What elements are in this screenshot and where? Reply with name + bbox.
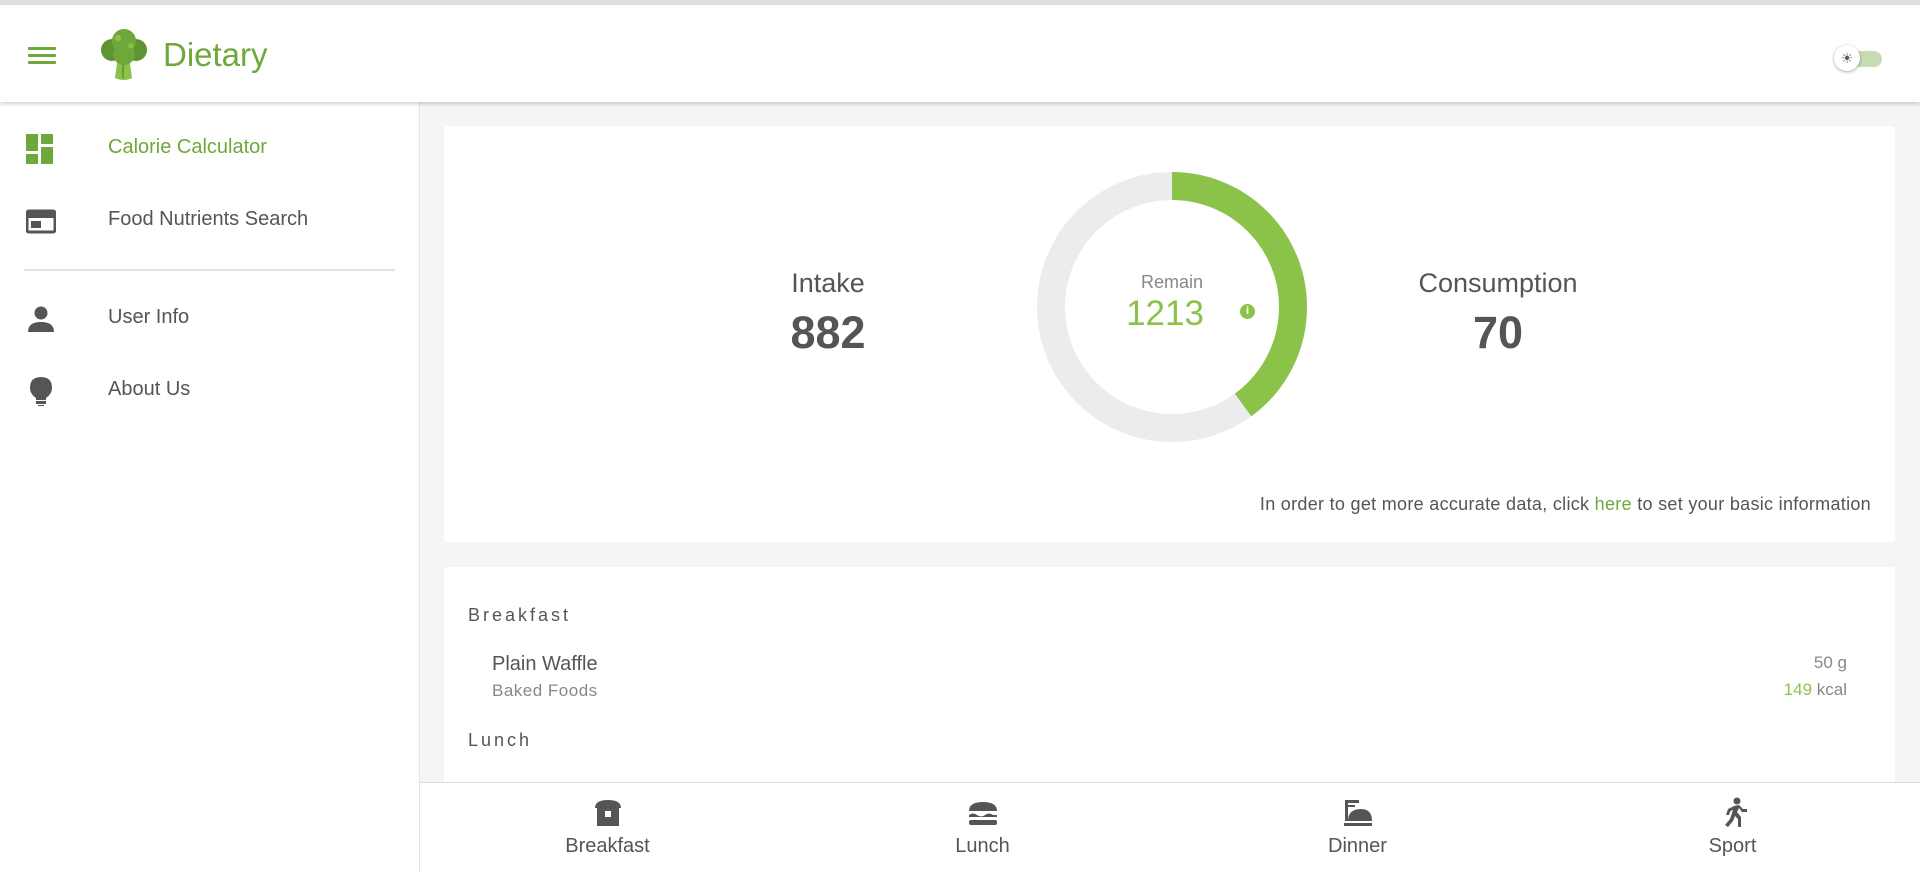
food-calories: 149 kcal [1784, 680, 1847, 700]
sidebar-item-label: About Us [108, 378, 191, 400]
food-kcal-value: 149 [1783, 680, 1813, 699]
theme-toggle[interactable]: ☀ [1834, 43, 1886, 73]
bottom-nav-label: Sport [1708, 835, 1757, 857]
menu-bar [28, 54, 56, 57]
intake-value: 882 [790, 307, 866, 358]
set-basic-info-link[interactable]: here [1595, 494, 1632, 514]
sidebar-item-about-us[interactable]: About Us [0, 354, 419, 424]
sidebar-item-calorie-calculator[interactable]: Calorie Calculator [0, 112, 419, 182]
bottom-navigation: Breakfast Lunch Dinner Sport [420, 782, 1920, 871]
basic-info-hint: In order to get more accurate data, clic… [1260, 494, 1871, 515]
table-icon [26, 209, 56, 234]
food-category: Baked Foods [492, 681, 598, 700]
sidebar-item-label: Food Nutrients Search [108, 208, 309, 230]
sidebar-item-label: Calorie Calculator [108, 136, 267, 158]
menu-bar [28, 47, 56, 50]
info-icon[interactable]: i [1240, 304, 1255, 319]
remain-value: 1213 [1126, 294, 1204, 333]
lightbulb-icon [30, 377, 52, 406]
remain-label: Remain [1140, 272, 1204, 292]
bottom-nav-lunch[interactable]: Lunch [795, 783, 1170, 871]
bottom-nav-sport[interactable]: Sport [1545, 783, 1920, 871]
bottom-nav-dinner[interactable]: Dinner [1170, 783, 1545, 871]
food-amount: 50 g [1813, 653, 1847, 672]
menu-button[interactable] [26, 43, 60, 71]
sidebar: Calorie Calculator Food Nutrients Search… [0, 102, 420, 871]
sidebar-divider [24, 269, 395, 271]
intake-stat: Intake 882 [768, 268, 888, 359]
lunch-header: Lunch [468, 730, 533, 750]
person-icon [28, 306, 54, 332]
sun-icon: ☀ [1834, 45, 1860, 71]
hint-text-before: In order to get more accurate data, clic… [1259, 494, 1595, 514]
intake-label: Intake [791, 268, 865, 298]
bottom-nav-label: Dinner [1328, 835, 1387, 857]
calorie-summary-card: Intake 882 Remain 1213 i Consumption 70 … [444, 126, 1895, 542]
dashboard-icon [26, 134, 53, 164]
bread-icon [595, 800, 621, 826]
broccoli-logo-icon [98, 28, 150, 82]
food-item-row[interactable]: Plain Waffle Baked Foods 50 g 149 kcal [444, 653, 1895, 713]
food-kcal-unit: kcal [1816, 680, 1847, 699]
sidebar-item-food-nutrients-search[interactable]: Food Nutrients Search [0, 184, 419, 254]
burger-icon [969, 802, 997, 825]
sidebar-item-user-info[interactable]: User Info [0, 282, 419, 352]
dinner-icon [1344, 800, 1372, 826]
running-icon [1725, 797, 1747, 827]
consumption-stat: Consumption 70 [1398, 268, 1598, 359]
bottom-nav-label: Lunch [955, 835, 1010, 857]
food-name: Plain Waffle [492, 653, 598, 675]
hint-text-after: to set your basic information [1631, 494, 1871, 514]
bottom-nav-breakfast[interactable]: Breakfast [420, 783, 795, 871]
breakfast-header: Breakfast [468, 605, 572, 625]
consumption-label: Consumption [1418, 268, 1578, 298]
sidebar-item-label: User Info [108, 306, 190, 328]
remaining-calories-ring: Remain 1213 i [1034, 169, 1310, 445]
consumption-value: 70 [1472, 307, 1524, 358]
app-bar: Dietary ☀ [0, 5, 1920, 102]
bottom-nav-label: Breakfast [565, 835, 650, 857]
app-title: Dietary [163, 36, 268, 73]
menu-bar [28, 61, 56, 64]
